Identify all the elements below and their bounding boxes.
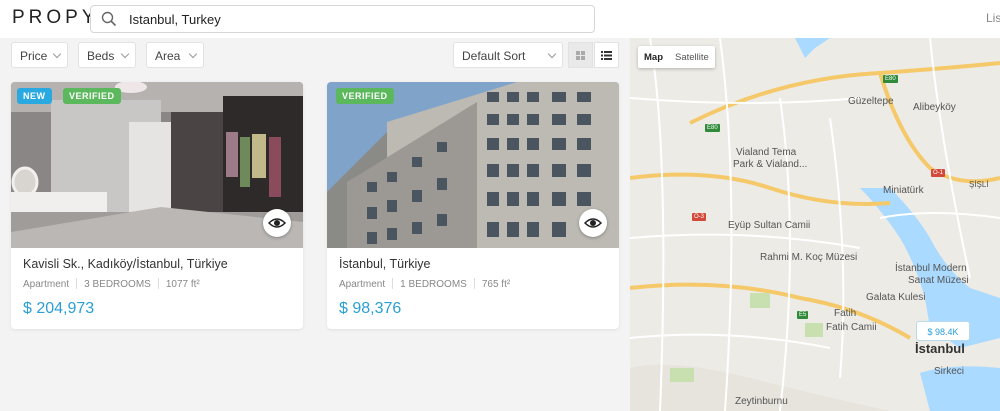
interior-photo [11, 82, 303, 248]
map-label: Miniatürk [883, 185, 924, 196]
map-label: Galata Kulesi [866, 292, 926, 303]
verified-badge: VERIFIED [336, 88, 394, 104]
sort-dropdown[interactable]: Default Sort [453, 42, 563, 68]
grid-icon [576, 51, 585, 60]
area-dropdown[interactable]: Area [146, 42, 204, 68]
map-tab[interactable]: Map [638, 46, 669, 68]
beds-dropdown[interactable]: Beds [78, 42, 136, 68]
bedrooms: 3 BEDROOMS [84, 279, 151, 290]
listing-address[interactable]: İstanbul, Türkiye [339, 257, 430, 271]
listing-card[interactable]: VERIFIED İstanbul, Türkiye Apartment 1 BE… [327, 82, 619, 329]
price-dropdown-label: Price [20, 49, 48, 63]
verified-badge: VERIFIED [63, 88, 121, 104]
map-label: Sirkeci [934, 366, 965, 377]
road-shield: E80 [883, 75, 898, 83]
eye-icon [583, 218, 603, 228]
listing-meta: Apartment 1 BEDROOMS 765 ft² [339, 278, 510, 290]
view-button[interactable] [579, 209, 607, 237]
listings-link[interactable]: Lis [986, 11, 1000, 25]
map-label: Alibeyköy [913, 102, 956, 113]
list-view-button[interactable] [594, 42, 619, 68]
road-shield: O-3 [692, 213, 707, 221]
map-label: Fatih [834, 308, 857, 319]
map-label: Rahmi M. Koç Müzesi [760, 252, 858, 263]
property-type: Apartment [339, 279, 386, 290]
satellite-tab[interactable]: Satellite [669, 46, 715, 68]
grid-view-button[interactable] [568, 42, 593, 68]
map-label: Sanat Müzesi [908, 275, 969, 286]
search-icon [101, 11, 117, 27]
listing-price: $ 204,973 [23, 300, 95, 317]
area-dropdown-label: Area [155, 49, 181, 63]
listing-photo[interactable]: VERIFIED [327, 82, 619, 248]
listing-address[interactable]: Kavisli Sk., Kadıköy/İstanbul, Türkiye [23, 257, 228, 271]
chevron-down-icon [120, 49, 130, 59]
chevron-down-icon [52, 49, 62, 59]
map-label: Park & Vialand... [733, 159, 808, 170]
logo[interactable]: PROPY [12, 7, 99, 29]
chevron-down-icon [547, 49, 557, 59]
map-label: İstanbul Modern [895, 263, 967, 274]
listing-price: $ 98,376 [339, 300, 402, 317]
map[interactable]: Map Satellite E80 E80 O-1 O-3 E5 Güzeltep… [630, 38, 1000, 411]
filter-bar: Price Beds Area Default Sort [0, 38, 630, 72]
top-bar: PROPY Lis [0, 0, 1000, 38]
chevron-down-icon [188, 49, 198, 59]
price-marker[interactable]: $ 98.4K [916, 321, 970, 341]
listing-photo[interactable]: NEW VERIFIED [11, 82, 303, 248]
map-label: ŞİŞLİ [969, 180, 989, 189]
list-icon [601, 51, 612, 60]
view-button[interactable] [263, 209, 291, 237]
beds-dropdown-label: Beds [87, 49, 115, 63]
map-label: Güzeltepe [848, 96, 894, 107]
building-photo [327, 82, 619, 248]
area-size: 765 ft² [481, 279, 511, 290]
map-label: Fatih Camii [826, 322, 877, 333]
search-box[interactable] [90, 5, 595, 33]
new-badge: NEW [17, 88, 52, 104]
sort-dropdown-label: Default Sort [462, 49, 526, 63]
bedrooms: 1 BEDROOMS [400, 279, 467, 290]
road-shield: E5 [797, 311, 809, 319]
map-type-toggle[interactable]: Map Satellite [638, 46, 715, 68]
map-label: İstanbul [915, 341, 965, 356]
map-label: Vialand Tema [736, 147, 797, 158]
property-type: Apartment [23, 279, 70, 290]
listing-meta: Apartment 3 BEDROOMS 1077 ft² [23, 278, 200, 290]
road-shield: O-1 [931, 169, 946, 177]
road-shield: E80 [705, 124, 720, 132]
search-input[interactable] [129, 9, 569, 29]
map-label: Zeytinburnu [735, 396, 788, 407]
area-size: 1077 ft² [165, 279, 200, 290]
price-dropdown[interactable]: Price [11, 42, 68, 68]
map-label: Eyüp Sultan Camii [728, 220, 811, 231]
listing-card[interactable]: NEW VERIFIED Kavisli Sk., Kadıköy/İstanb… [11, 82, 303, 329]
eye-icon [267, 218, 287, 228]
